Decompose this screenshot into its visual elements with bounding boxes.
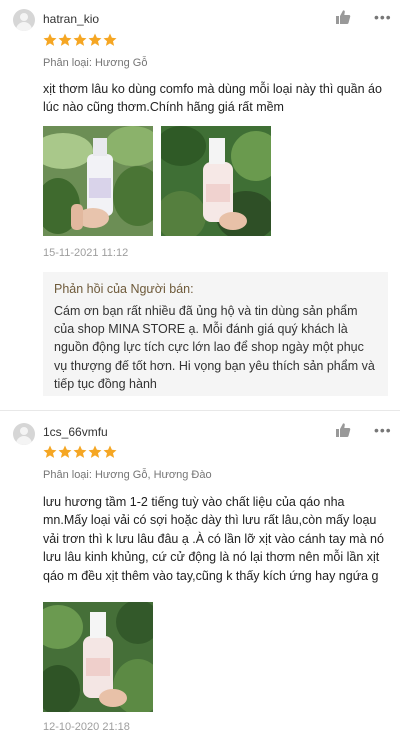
seller-reply-title: Phản hồi của Người bán: [54,282,194,296]
star-icon [88,33,102,46]
review-photo-image [43,126,153,236]
product-variant: Phân loại: Hương Gỗ, Hương Đào [43,469,212,481]
seller-reply: Phản hồi của Người bán: Cám ơn bạn rất n… [43,272,388,396]
more-options-icon[interactable]: ••• [374,10,392,24]
user-avatar-icon[interactable] [13,423,35,445]
rating-stars [43,445,117,459]
star-icon [103,33,117,46]
review-text: xịt thơm lâu ko dùng comfo mà dùng mỗi l… [43,82,382,115]
review-photo-image [161,126,271,236]
review-photo[interactable] [161,126,271,236]
review-item: 1cs_66vmfu ••• Phân loại: Hương Gỗ, Hươn… [0,411,400,733]
review-timestamp: 12-10-2020 21:18 [43,721,130,733]
review-timestamp: 15-11-2021 11:12 [43,247,129,259]
star-icon [43,445,57,458]
star-icon [43,33,57,46]
thumbs-up-icon[interactable] [335,9,351,25]
star-icon [73,33,87,46]
reviewer-username[interactable]: hatran_kio [43,12,99,26]
star-icon [73,445,87,458]
review-item: hatran_kio ••• Phân loại: Hương Gỗ xịt t… [0,0,400,410]
star-icon [58,445,72,458]
seller-reply-text: Cám ơn bạn rất nhiều đã ủng hộ và tin dù… [54,304,375,391]
rating-stars [43,33,117,47]
star-icon [103,445,117,458]
star-icon [58,33,72,46]
more-options-icon[interactable]: ••• [374,423,392,437]
product-variant: Phân loại: Hương Gỗ [43,57,148,69]
thumbs-up-icon[interactable] [335,422,351,438]
star-icon [88,445,102,458]
user-avatar-icon[interactable] [13,9,35,31]
review-text: lưu hương tầm 1-2 tiếng tuỳ vào chất liệ… [43,495,384,583]
review-photo-image [43,602,153,712]
review-photo[interactable] [43,126,153,236]
review-photo[interactable] [43,602,153,712]
reviewer-username[interactable]: 1cs_66vmfu [43,425,108,439]
